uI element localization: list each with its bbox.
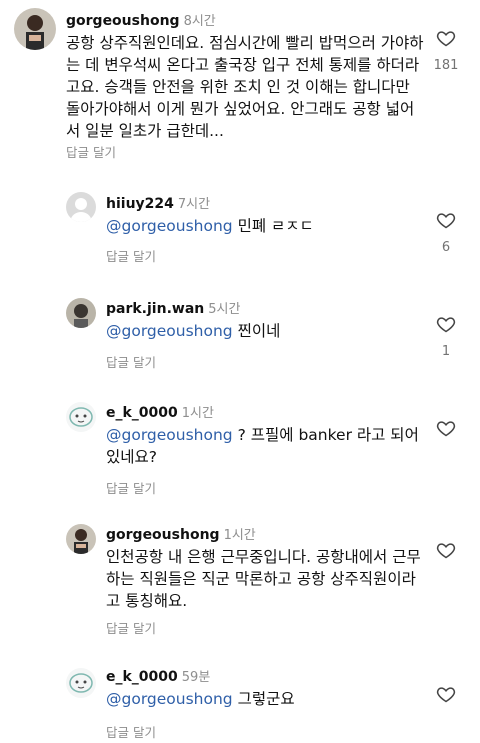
- username-text[interactable]: gorgeoushong: [66, 13, 180, 29]
- comment-body: 인천공항 내 은행 근무중입니다. 공항내에서 근무하는 직원들은 직군 막론하…: [106, 548, 421, 610]
- like-count: 181: [433, 58, 459, 73]
- mention-link[interactable]: @gorgeoushong: [106, 322, 233, 340]
- comment-text: @gorgeoushong 민폐 ㄹㅈㄷ: [106, 215, 426, 237]
- comment-body: 공항 상주직원인데요. 점심시간에 빨리 밥먹으러 가야하는 데 변우석씨 온다…: [66, 34, 424, 140]
- comment-text: 공항 상주직원인데요. 점심시간에 빨리 밥먹으러 가야하는 데 변우석씨 온다…: [66, 32, 428, 142]
- avatar[interactable]: [66, 524, 96, 554]
- avatar[interactable]: [66, 298, 96, 328]
- username-text[interactable]: e_k_0000: [106, 405, 178, 421]
- comment-text: 인천공항 내 은행 근무중입니다. 공항내에서 근무하는 직원들은 직군 막론하…: [106, 546, 430, 612]
- username[interactable]: hiiuy224 7시간: [106, 193, 210, 212]
- reply-button[interactable]: 답글 달기: [66, 142, 116, 161]
- username-text[interactable]: gorgeoushong: [106, 527, 220, 543]
- reply-button[interactable]: 답글 달기: [106, 722, 156, 741]
- avatar[interactable]: [66, 668, 96, 698]
- comment-text: @gorgeoushong ? 프필에 banker 라고 되어있네요?: [106, 424, 426, 468]
- reply-button[interactable]: 답글 달기: [106, 618, 156, 637]
- reply-button[interactable]: 답글 달기: [106, 478, 156, 497]
- timestamp: 1시간: [181, 406, 214, 421]
- username-text[interactable]: e_k_0000: [106, 669, 178, 685]
- username[interactable]: e_k_0000 59분: [106, 666, 210, 685]
- username-text[interactable]: park.jin.wan: [106, 301, 204, 317]
- heart-icon[interactable]: [436, 418, 456, 438]
- comment-body: 민폐 ㄹㅈㄷ: [232, 217, 314, 235]
- comment-body: 그렇군요: [232, 690, 295, 708]
- username-text[interactable]: hiiuy224: [106, 196, 174, 212]
- comment-text: @gorgeoushong 그렇군요: [106, 688, 426, 710]
- mention-link[interactable]: @gorgeoushong: [106, 426, 233, 444]
- heart-icon[interactable]: [436, 314, 456, 334]
- avatar[interactable]: [14, 8, 56, 50]
- timestamp: 5시간: [208, 302, 241, 317]
- heart-icon[interactable]: [436, 684, 456, 704]
- username[interactable]: park.jin.wan 5시간: [106, 298, 240, 317]
- username[interactable]: gorgeoushong 1시간: [106, 524, 256, 543]
- comment-body: 찐이네: [232, 322, 281, 340]
- mention-link[interactable]: @gorgeoushong: [106, 217, 233, 235]
- heart-icon[interactable]: [436, 210, 456, 230]
- heart-icon[interactable]: [436, 28, 456, 48]
- avatar[interactable]: [66, 402, 96, 432]
- timestamp: 59분: [181, 670, 211, 685]
- timestamp: 7시간: [177, 197, 211, 212]
- mention-link[interactable]: @gorgeoushong: [106, 690, 233, 708]
- like-count: 6: [441, 240, 451, 255]
- comment-text: @gorgeoushong 찐이네: [106, 320, 426, 342]
- reply-button[interactable]: 답글 달기: [106, 246, 156, 265]
- timestamp: 1시간: [223, 528, 256, 543]
- avatar[interactable]: [66, 192, 96, 222]
- username[interactable]: e_k_0000 1시간: [106, 402, 214, 421]
- username[interactable]: gorgeoushong 8시간: [66, 10, 216, 29]
- heart-icon[interactable]: [436, 540, 456, 560]
- reply-button[interactable]: 답글 달기: [106, 352, 156, 371]
- timestamp: 8시간: [183, 14, 216, 29]
- like-count: 1: [441, 344, 451, 359]
